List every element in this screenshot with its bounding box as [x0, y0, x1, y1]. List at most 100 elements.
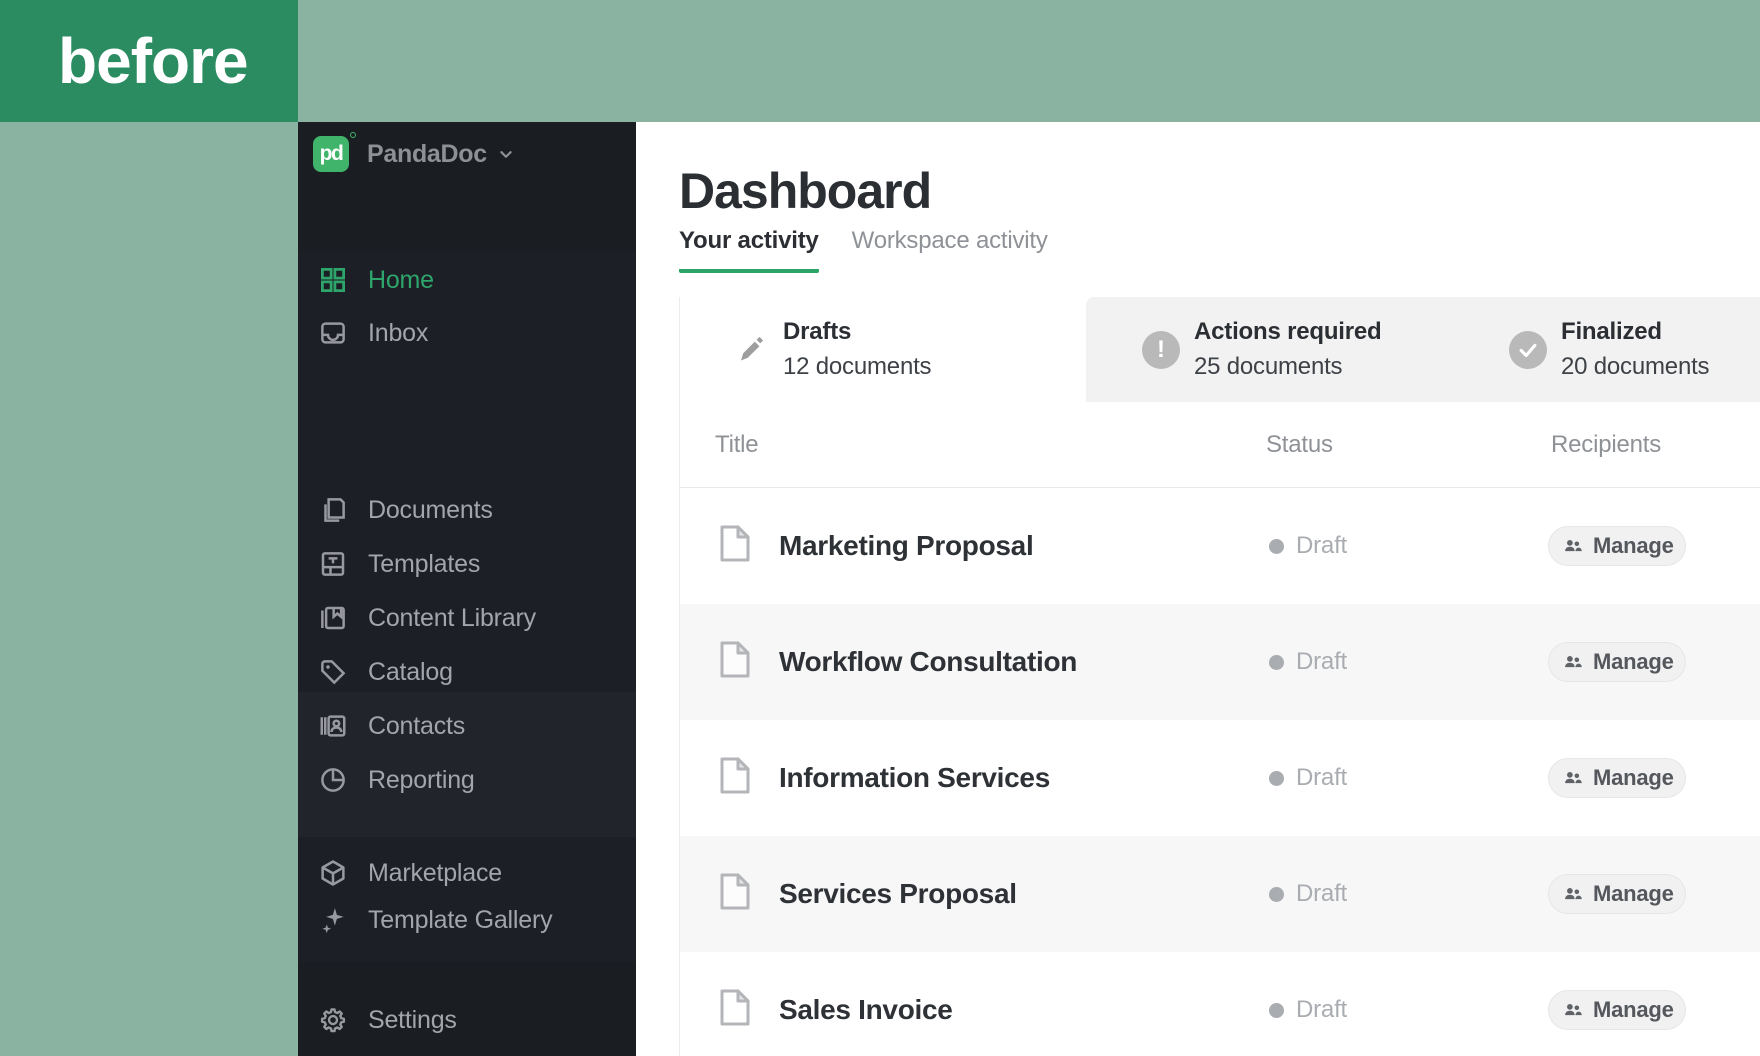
people-icon	[1565, 1004, 1582, 1016]
status-dot-icon	[1269, 770, 1284, 786]
pandadoc-logo-icon: pd	[313, 132, 356, 172]
documents-icon	[318, 495, 348, 525]
sidebar-item-label: Template Gallery	[368, 905, 553, 934]
sidebar-item-label: Content Library	[368, 603, 536, 632]
sidebar-item-label: Contacts	[368, 711, 466, 740]
tag-icon	[318, 657, 348, 687]
sidebar-item-template-gallery[interactable]: Template Gallery	[298, 895, 636, 945]
card-label: Actions required	[1194, 318, 1382, 345]
people-icon	[1565, 540, 1582, 552]
card-count: 25 documents	[1194, 353, 1343, 380]
document-icon	[719, 873, 751, 916]
sidebar-item-label: Catalog	[368, 657, 453, 686]
document-icon	[719, 757, 751, 800]
card-count: 20 documents	[1561, 353, 1710, 380]
status-badge: Draft	[1269, 764, 1347, 792]
table-row[interactable]: Workflow Consultation Draft Manage	[680, 604, 1760, 720]
sidebar-item-templates[interactable]: Templates	[298, 539, 636, 589]
column-header-title: Title	[715, 431, 759, 458]
sidebar-item-settings[interactable]: Settings	[298, 995, 636, 1045]
status-badge: Draft	[1269, 996, 1347, 1024]
sidebar-item-label: Settings	[368, 1005, 457, 1034]
sidebar-item-reporting[interactable]: Reporting	[298, 755, 636, 805]
check-icon	[1509, 330, 1547, 369]
box-icon	[318, 858, 348, 888]
status-dot-icon	[1269, 886, 1284, 902]
main-content: Dashboard Your activity Workspace activi…	[636, 122, 1760, 1056]
pandadoc-logo-glyph: pd	[319, 142, 344, 165]
people-icon	[1565, 772, 1582, 784]
document-icon	[719, 989, 751, 1032]
card-finalized[interactable]: Finalized 20 documents	[1509, 297, 1710, 402]
before-badge-label: before	[58, 25, 249, 97]
activity-panel: Drafts 12 documents ! Actions required 2…	[679, 297, 1760, 1056]
document-title: Workflow Consultation	[779, 646, 1078, 677]
status-badge: Draft	[1269, 648, 1347, 676]
content-library-icon	[318, 603, 348, 633]
contacts-icon	[318, 711, 348, 741]
card-count: 12 documents	[783, 353, 932, 380]
manage-button[interactable]: Manage	[1548, 874, 1686, 914]
manage-button[interactable]: Manage	[1548, 642, 1686, 682]
people-icon	[1565, 656, 1582, 668]
sidebar-item-label: Reporting	[368, 765, 475, 794]
status-badge: Draft	[1269, 880, 1347, 908]
inbox-icon	[318, 318, 348, 348]
sidebar-item-documents[interactable]: Documents	[298, 485, 636, 535]
sidebar-item-contacts[interactable]: Contacts	[298, 701, 636, 751]
grid-icon	[318, 265, 348, 295]
sidebar-item-label: Home	[368, 265, 434, 294]
sparkles-icon	[318, 905, 348, 935]
card-label: Finalized	[1561, 318, 1662, 345]
sidebar-item-label: Inbox	[368, 318, 429, 347]
status-dot-icon	[1269, 538, 1284, 554]
before-badge: before	[0, 0, 298, 122]
document-title: Information Services	[779, 762, 1050, 793]
templates-icon	[318, 549, 348, 579]
tab-workspace-activity[interactable]: Workspace activity	[852, 227, 1048, 273]
tab-your-activity[interactable]: Your activity	[679, 227, 819, 273]
status-dot-icon	[1269, 654, 1284, 670]
status-dot-icon	[1269, 1002, 1284, 1018]
sidebar-item-home[interactable]: Home	[298, 255, 636, 305]
page-title: Dashboard	[679, 163, 932, 219]
people-icon	[1565, 888, 1582, 900]
sidebar-item-catalog[interactable]: Catalog	[298, 647, 636, 697]
summary-cards-inactive: ! Actions required 25 documents Finalize…	[1086, 297, 1760, 402]
table-row[interactable]: Information Services Draft Manage	[680, 720, 1760, 836]
document-list: Marketing Proposal Draft Manage Workflow…	[680, 488, 1760, 1056]
sidebar-item-label: Templates	[368, 549, 481, 578]
gear-icon	[318, 1005, 348, 1035]
sidebar-item-inbox[interactable]: Inbox	[298, 308, 636, 358]
document-title: Services Proposal	[779, 878, 1017, 909]
document-icon	[719, 641, 751, 684]
sidebar-item-content-library[interactable]: Content Library	[298, 593, 636, 643]
tab-bar: Your activity Workspace activity	[679, 227, 1048, 273]
alert-icon: !	[1142, 330, 1180, 369]
table-header: Title Status Recipients	[680, 402, 1760, 488]
sidebar-item-label: Marketplace	[368, 858, 502, 887]
pie-chart-icon	[318, 765, 348, 795]
screenshot-stage: before pd PandaDoc Home Inbox Documents …	[0, 0, 1760, 1056]
card-actions-required[interactable]: ! Actions required 25 documents	[1142, 297, 1382, 402]
column-header-recipients: Recipients	[1551, 431, 1662, 458]
workspace-name: PandaDoc	[367, 139, 487, 168]
sidebar-item-marketplace[interactable]: Marketplace	[298, 848, 636, 898]
workspace-switcher[interactable]: pd PandaDoc	[313, 132, 613, 174]
column-header-status: Status	[1266, 431, 1333, 458]
card-label: Drafts	[783, 318, 852, 345]
manage-button[interactable]: Manage	[1548, 758, 1686, 798]
card-drafts[interactable]: Drafts 12 documents	[680, 297, 1086, 402]
sidebar: pd PandaDoc Home Inbox Documents Templat…	[298, 122, 636, 1056]
pencil-icon	[731, 331, 769, 369]
manage-button[interactable]: Manage	[1548, 990, 1686, 1030]
document-title: Marketing Proposal	[779, 530, 1034, 561]
document-title: Sales Invoice	[779, 994, 953, 1025]
manage-button[interactable]: Manage	[1548, 526, 1686, 566]
table-row[interactable]: Services Proposal Draft Manage	[680, 836, 1760, 952]
status-badge: Draft	[1269, 532, 1347, 560]
table-row[interactable]: Sales Invoice Draft Manage	[680, 952, 1760, 1056]
summary-cards: Drafts 12 documents ! Actions required 2…	[680, 297, 1760, 402]
chevron-down-icon	[495, 143, 517, 165]
table-row[interactable]: Marketing Proposal Draft Manage	[680, 488, 1760, 604]
